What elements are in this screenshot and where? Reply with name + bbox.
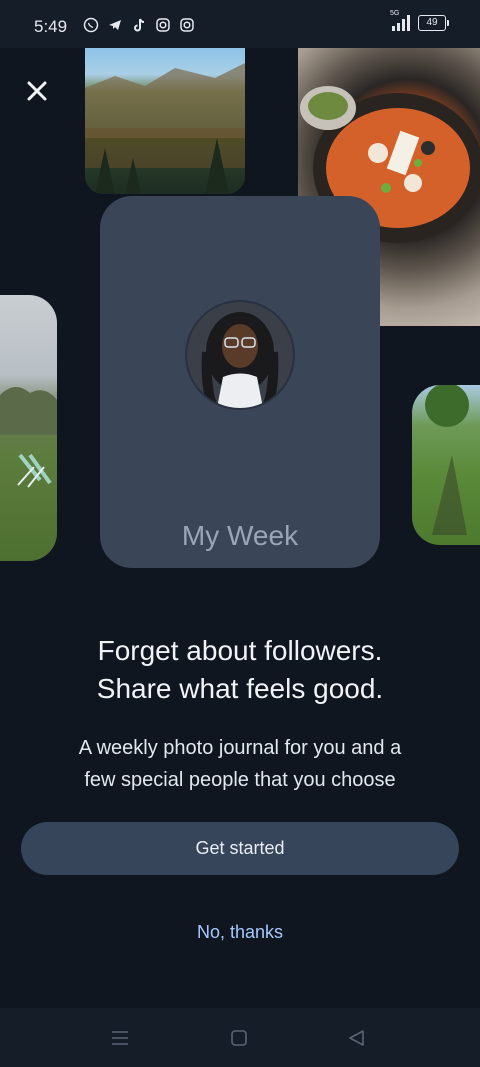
recents-button[interactable] [108, 1026, 132, 1050]
card-title: My Week [181, 520, 299, 551]
description-line-2: few special people that you choose [84, 769, 396, 791]
headline-line-1: Forget about followers. [97, 635, 383, 666]
tiktok-icon [130, 16, 148, 34]
no-thanks-button[interactable]: No, thanks [0, 922, 480, 943]
close-icon [27, 81, 47, 101]
park-photo [0, 295, 57, 561]
headline-line-2: Share what feels good. [96, 673, 384, 704]
menu-icon [112, 1031, 128, 1045]
description: A weekly photo journal for you and a few… [0, 732, 480, 796]
home-icon [231, 1030, 247, 1046]
grass-photo [412, 385, 480, 545]
get-started-button[interactable]: Get started [21, 822, 459, 875]
description-line-1: A weekly photo journal for you and a [78, 737, 402, 759]
whatsapp-icon [82, 16, 100, 34]
status-time: 5:49 [34, 17, 68, 36]
instagram-icon [178, 16, 196, 34]
avatar [185, 300, 295, 410]
home-button[interactable] [227, 1026, 251, 1050]
network-label: 5G [390, 10, 400, 17]
signal-icon: 5G [390, 10, 410, 31]
close-button[interactable] [20, 74, 54, 108]
back-icon [349, 1030, 364, 1046]
headline: Forget about followers. Share what feels… [0, 632, 480, 708]
battery-icon: 49 [418, 15, 449, 31]
my-week-card: My Week [100, 196, 380, 568]
system-nav-bar [0, 1008, 480, 1067]
telegram-icon [106, 16, 124, 34]
notification-icons [82, 16, 196, 34]
lake-photo [85, 48, 245, 194]
status-bar: 5:49 5G 49 [0, 0, 480, 48]
system-indicators: 5G 49 [390, 10, 449, 31]
instagram-icon [154, 16, 172, 34]
back-button[interactable] [345, 1026, 369, 1050]
onboarding-screen: 5:49 5G 49 My Week Forget about follower… [0, 0, 480, 1067]
